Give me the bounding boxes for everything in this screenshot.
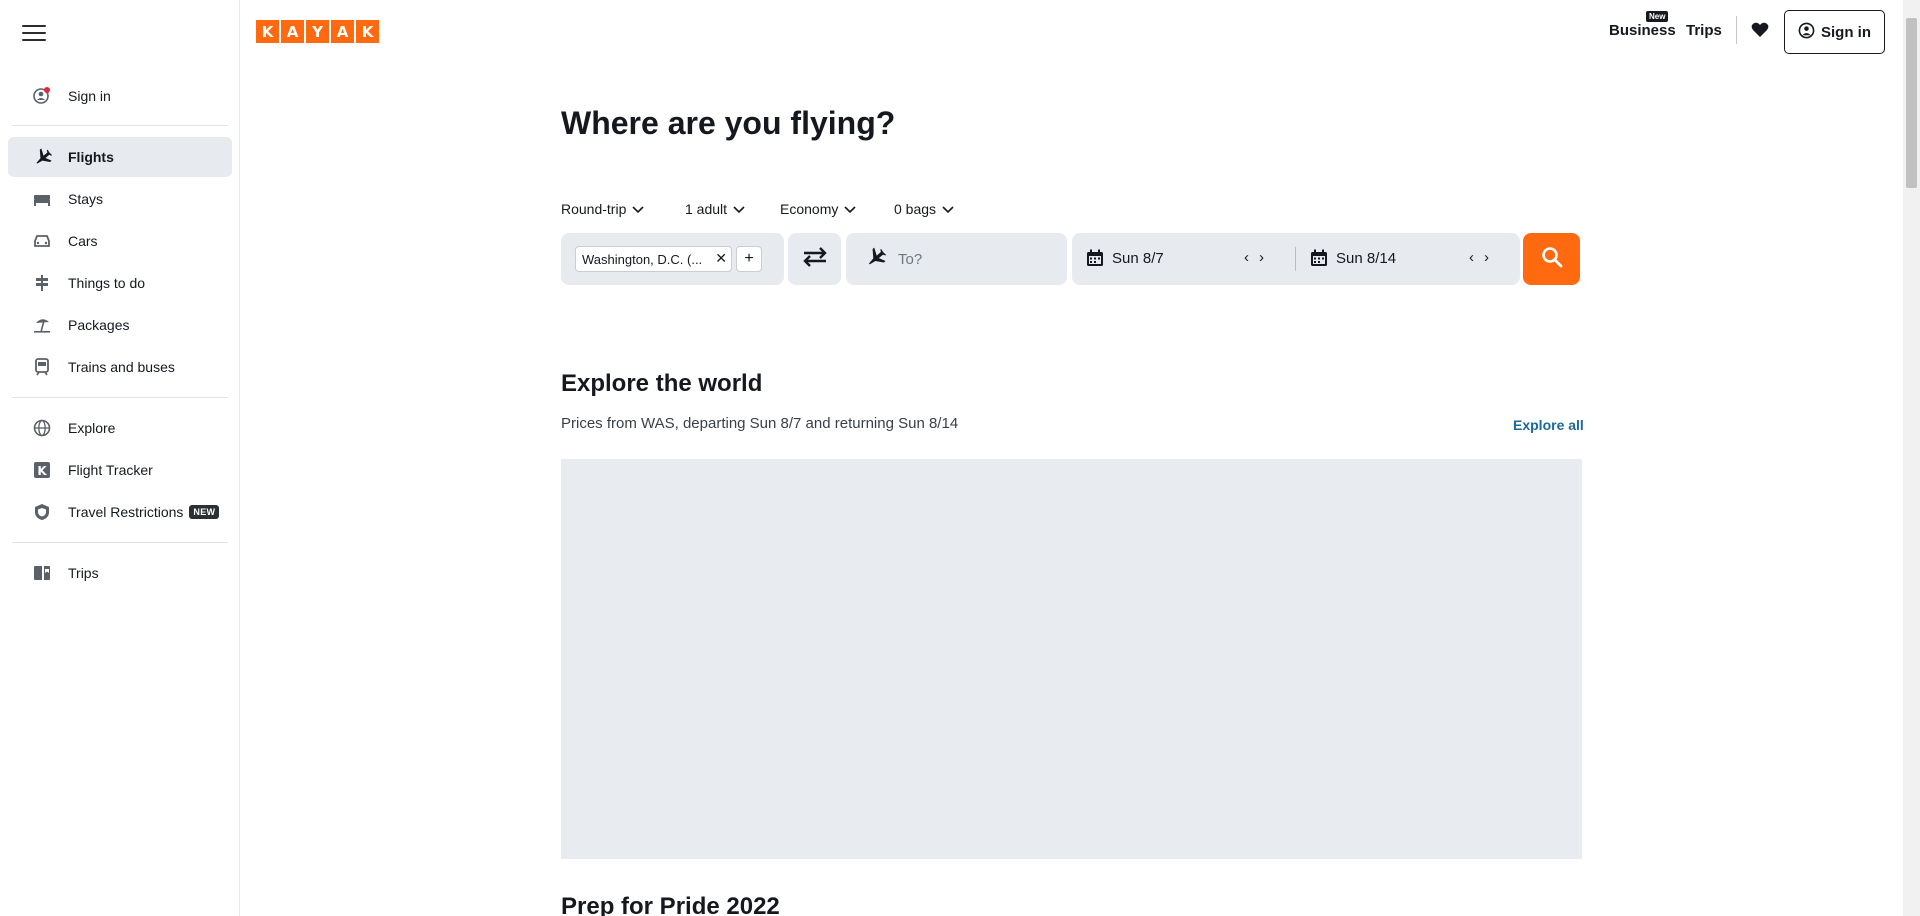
plane-icon [864,246,887,273]
swap-icon [801,246,829,273]
logo-letter: K [256,20,279,43]
search-button[interactable] [1523,233,1580,285]
user-circle-icon [1798,22,1815,43]
destination-field[interactable]: To? [846,233,1067,285]
sign-in-button[interactable]: Sign in [1784,10,1885,54]
user-icon [8,86,68,106]
chevron-right-icon[interactable]: › [1484,249,1489,266]
chevron-down-icon [632,201,644,217]
sign-in-label: Sign in [1821,23,1871,41]
sidebar-item-packages[interactable]: Packages [8,305,232,345]
business-new-badge: New [1646,11,1669,22]
car-icon [8,231,68,251]
return-date[interactable]: Sun 8/14 [1336,250,1396,267]
sidebar-item-label: Flights [68,149,114,165]
cabin-dropdown[interactable]: Economy [780,201,856,217]
k-icon: K [8,460,68,480]
scrollbar-thumb[interactable] [1906,18,1917,188]
signpost-icon [8,273,68,293]
chevron-down-icon [733,201,745,217]
header-divider [1736,16,1737,44]
sidebar-item-things-to-do[interactable]: Things to do [8,263,232,303]
dates-field[interactable]: Sun 8/7 Sun 8/14 [1072,233,1520,285]
trips-icon [8,563,68,583]
sidebar-item-travel-restrictions[interactable]: Travel Restrictions NEW [8,492,232,532]
logo-letter: K [356,20,379,43]
sidebar-item-trains-and-buses[interactable]: Trains and buses [8,347,232,387]
cabin-label: Economy [780,201,839,217]
svg-text:K: K [37,464,47,478]
sidebar-divider [12,397,228,398]
trips-link[interactable]: Trips [1686,22,1722,39]
chevron-down-icon [844,201,856,217]
sidebar-item-trips[interactable]: Trips [8,553,232,593]
business-link[interactable]: Business [1609,22,1676,39]
logo-letter: A [281,20,304,43]
trip-type-label: Round-trip [561,201,627,217]
globe-icon [8,418,68,438]
shield-icon [8,502,68,522]
kayak-logo[interactable]: K A Y A K [256,20,379,43]
sidebar-item-explore[interactable]: Explore [8,408,232,448]
plus-icon: + [744,250,754,267]
sidebar-item-label: Trains and buses [68,359,175,375]
calendar-icon [1086,249,1104,272]
sidebar-item-label: Sign in [68,88,111,104]
chevron-left-icon[interactable]: ‹ [1469,249,1474,266]
pride-section-title: Prep for Pride 2022 [561,893,780,916]
close-icon[interactable]: ✕ [715,250,727,267]
sidebar-item-flights[interactable]: Flights [8,137,232,177]
explore-map[interactable] [561,459,1582,859]
logo-letter: Y [306,20,329,43]
train-icon [8,357,68,377]
sidebar-item-label: Stays [68,191,104,207]
sidebar-item-flight-tracker[interactable]: K Flight Tracker [8,450,232,490]
sidebar-item-label: Travel Restrictions [68,504,184,520]
depart-date[interactable]: Sun 8/7 [1112,250,1164,267]
destination-placeholder: To? [898,250,923,268]
chevron-right-icon[interactable]: › [1259,249,1264,266]
sidebar-item-label: Explore [68,420,116,436]
travelers-dropdown[interactable]: 1 adult [685,201,745,217]
explore-subtitle: Prices from WAS, departing Sun 8/7 and r… [561,415,959,432]
date-divider [1295,247,1296,271]
origin-chip[interactable]: Washington, D.C. (... ✕ [575,246,732,272]
sidebar-item-label: Trips [68,565,99,581]
sidebar-divider [12,125,228,126]
page-title: Where are you flying? [561,105,896,141]
origin-value: Washington, D.C. (... [582,251,703,267]
bags-label: 0 bags [894,201,937,217]
add-origin-button[interactable]: + [736,246,762,272]
bags-dropdown[interactable]: 0 bags [894,201,954,217]
sidebar-item-label: Flight Tracker [68,462,153,478]
calendar-icon [1310,249,1328,272]
sidebar-item-label: Cars [68,233,98,249]
new-badge: NEW [189,505,220,519]
sidebar-item-label: Packages [68,317,130,333]
return-date-arrows: ‹ › [1469,249,1489,266]
depart-date-arrows: ‹ › [1244,249,1264,266]
beach-icon [8,315,68,335]
bed-icon [8,189,68,209]
explore-all-link[interactable]: Explore all [1513,417,1584,433]
sidebar-item-cars[interactable]: Cars [8,221,232,261]
sidebar: Sign in Flights Stays Cars Things to do … [0,0,240,916]
sidebar-divider [12,542,228,543]
trip-type-dropdown[interactable]: Round-trip [561,201,644,217]
sidebar-item-stays[interactable]: Stays [8,179,232,219]
explore-title: Explore the world [561,370,763,397]
swap-button[interactable] [788,233,841,285]
sidebar-item-label: Things to do [68,275,146,291]
menu-icon[interactable] [22,22,46,41]
chevron-left-icon[interactable]: ‹ [1244,249,1249,266]
heart-icon[interactable] [1750,20,1770,45]
search-icon [1541,246,1563,273]
logo-letter: A [331,20,354,43]
chevron-down-icon [942,201,954,217]
sidebar-item-sign-in[interactable]: Sign in [8,76,232,116]
plane-icon [8,147,68,167]
travelers-label: 1 adult [685,201,728,217]
